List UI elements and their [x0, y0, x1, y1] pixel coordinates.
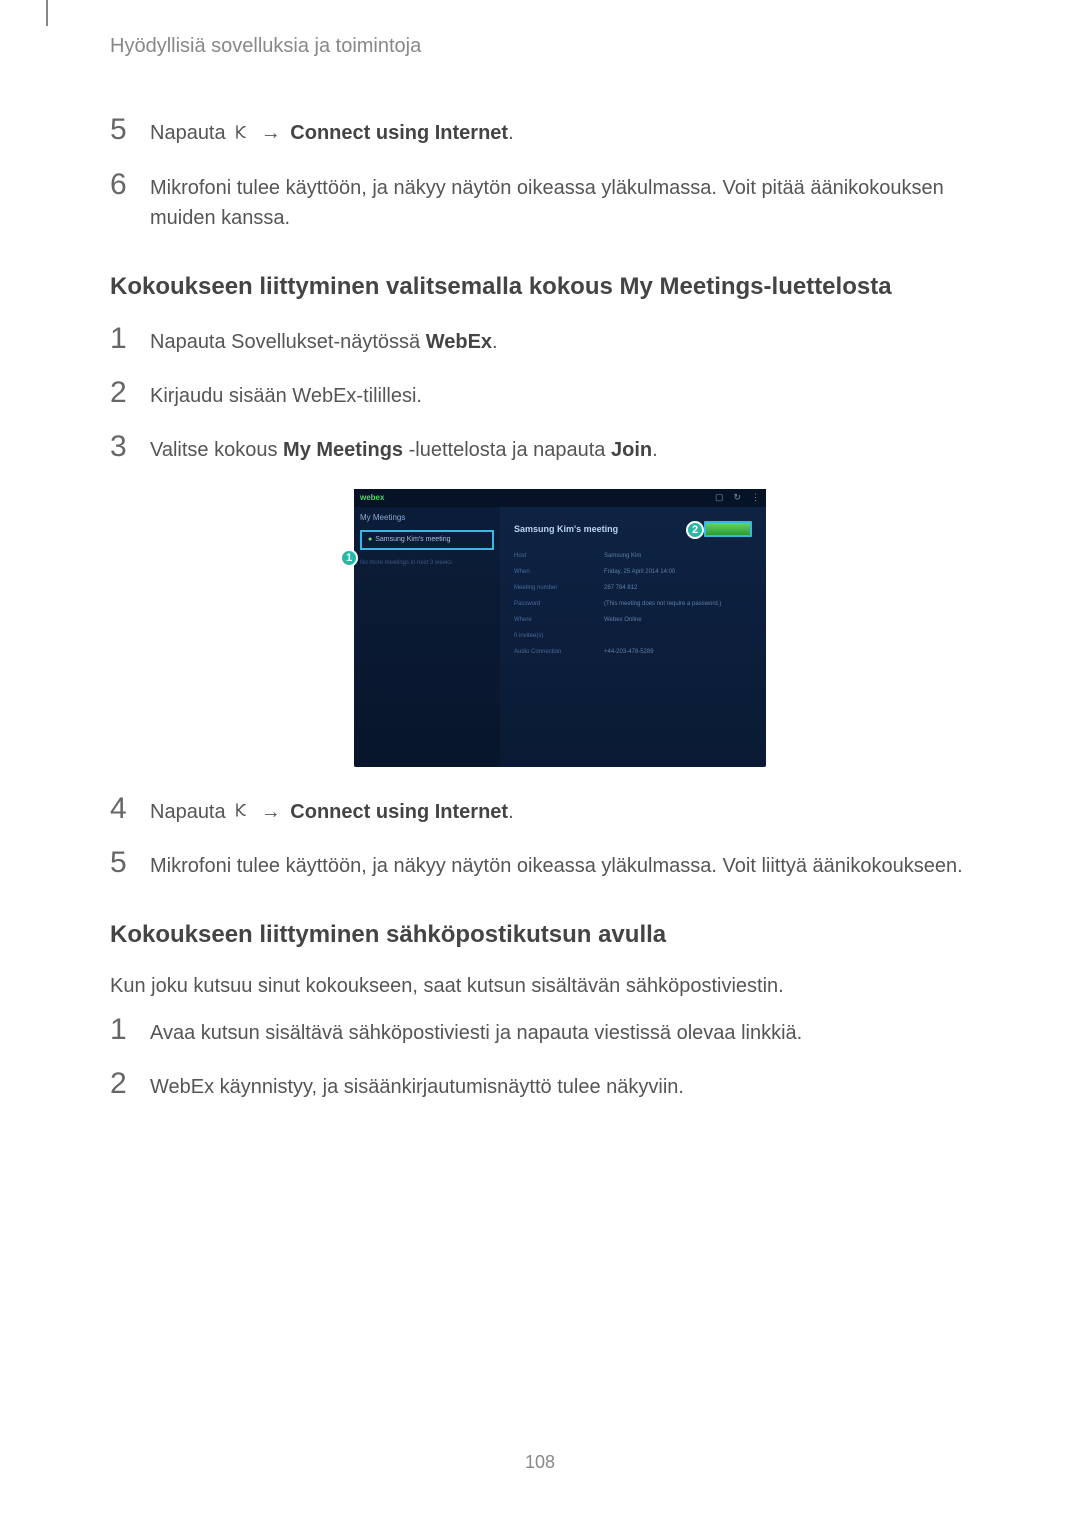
text-part: Napauta: [150, 801, 231, 823]
ss-field-host: Host Samsung Kim: [514, 553, 752, 559]
ss-field-audio: Audio Connection +44-203-478-5289: [514, 649, 752, 655]
text-part: näkyy näytön oikeassa yläkulmassa. Voit …: [393, 855, 962, 877]
bold-text: Join: [611, 439, 652, 461]
step-number: 2: [110, 1069, 132, 1099]
step-text: Avaa kutsun sisältävä sähköpostiviesti j…: [150, 1018, 1010, 1048]
ss-label: 0 invitee(s): [514, 633, 584, 639]
ss-label: Host: [514, 553, 584, 559]
section-heading-1: Kokoukseen liittyminen valitsemalla koko…: [110, 273, 1010, 301]
ss-field-where: Where Webex Online: [514, 617, 752, 623]
step-number: 1: [110, 1015, 132, 1045]
step-text: Napauta Sovellukset-näytössä WebEx.: [150, 327, 1010, 357]
step-number: 6: [110, 170, 132, 200]
step-number: 1: [110, 324, 132, 354]
text-part: Napauta: [150, 122, 231, 144]
page-number: 108: [525, 1452, 555, 1473]
bold-text: My Meetings: [283, 439, 403, 461]
ss-main: Samsung Kim's meeting Host Samsung Kim Wh…: [500, 507, 766, 767]
step-c-5: 5 Mikrofoni tulee käyttöön, ja näkyy näy…: [110, 851, 1010, 881]
ss-titlebar: webex ▢ ↻ ⋮: [354, 489, 766, 507]
calendar-icon: ▢: [715, 492, 724, 503]
ss-faint-line: No more meetings in next 3 weeks: [360, 560, 494, 566]
ss-top-icons: ▢ ↻ ⋮: [715, 492, 760, 503]
step-text: Valitse kokous My Meetings -luettelosta …: [150, 435, 1010, 465]
ss-sidebar: My Meetings ●Samsung Kim's meeting No mo…: [354, 507, 500, 767]
ss-value: +44-203-478-5289: [604, 649, 654, 655]
bold-text: Connect using Internet: [290, 801, 508, 823]
step-number: 4: [110, 794, 132, 824]
ss-meeting-item-text: ●Samsung Kim's meeting: [368, 536, 486, 544]
arrow-icon: →: [255, 801, 286, 823]
ss-label: Meeting number: [514, 585, 584, 591]
ss-item-title: Samsung Kim's meeting: [375, 536, 450, 543]
step-a-5: 5 Napauta → Connect using Internet.: [110, 118, 1010, 149]
step-text: Mikrofoni tulee käyttöön, ja näkyy näytö…: [150, 173, 1010, 233]
bold-text: WebEx: [426, 331, 492, 353]
text-part: Napauta Sovellukset-näytössä: [150, 331, 426, 353]
step-number: 2: [110, 378, 132, 408]
connect-icon: [233, 797, 249, 827]
text-part: Valitse kokous: [150, 439, 283, 461]
side-rule: [46, 0, 48, 26]
screenshot-figure: webex ▢ ↻ ⋮ My Meetings ●Samsung Kim's m…: [110, 489, 1010, 767]
page-content: Hyödyllisiä sovelluksia ja toimintoja 5 …: [0, 0, 1080, 1166]
text-part: Mikrofoni tulee käyttöön, ja: [150, 855, 393, 877]
step-a-6: 6 Mikrofoni tulee käyttöön, ja näkyy näy…: [110, 173, 1010, 233]
ss-meeting-item: ●Samsung Kim's meeting: [360, 530, 494, 550]
step-text: Mikrofoni tulee käyttöön, ja näkyy näytö…: [150, 851, 1010, 881]
step-number: 3: [110, 432, 132, 462]
text-part: .: [508, 801, 514, 823]
refresh-icon: ↻: [733, 492, 741, 503]
ss-join-button: [704, 521, 752, 537]
section-heading-2: Kokoukseen liittyminen sähköpostikutsun …: [110, 921, 1010, 949]
arrow-icon: →: [255, 122, 286, 144]
ss-value: 287 784 812: [604, 585, 637, 591]
ss-value: Webex Online: [604, 617, 642, 623]
ss-field-when: When Friday, 25 April 2014 14:00: [514, 569, 752, 575]
menu-icon: ⋮: [751, 492, 760, 503]
step-text: Kirjaudu sisään WebEx-tilillesi.: [150, 381, 1010, 411]
ss-value: (This meeting does not require a passwor…: [604, 601, 721, 607]
webex-screenshot: webex ▢ ↻ ⋮ My Meetings ●Samsung Kim's m…: [354, 489, 766, 767]
text-part: .: [492, 331, 498, 353]
text-part: .: [652, 439, 658, 461]
ss-main-title: Samsung Kim's meeting: [514, 524, 618, 534]
breadcrumb: Hyödyllisiä sovelluksia ja toimintoja: [110, 35, 1010, 58]
callout-1: 1: [340, 549, 358, 567]
ss-field-num: Meeting number 287 784 812: [514, 585, 752, 591]
step-number: 5: [110, 848, 132, 878]
bold-text: Connect using Internet: [290, 122, 508, 144]
ss-label: When: [514, 569, 584, 575]
webex-logo: webex: [360, 493, 384, 502]
step-c-4: 4 Napauta → Connect using Internet.: [110, 797, 1010, 828]
ss-field-pass: Password (This meeting does not require a…: [514, 601, 752, 607]
text-part: Mikrofoni tulee käyttöön, ja: [150, 177, 393, 199]
step-text: Napauta → Connect using Internet.: [150, 797, 1010, 828]
text-part: .: [508, 122, 514, 144]
step-b-3: 3 Valitse kokous My Meetings -luettelost…: [110, 435, 1010, 465]
connect-icon: [233, 119, 249, 149]
status-dot-icon: ●: [368, 536, 372, 543]
ss-value: Friday, 25 April 2014 14:00: [604, 569, 675, 575]
callout-2: 2: [686, 521, 704, 539]
step-text: Napauta → Connect using Internet.: [150, 118, 1010, 149]
ss-label: Audio Connection: [514, 649, 584, 655]
intro-text: Kun joku kutsuu sinut kokoukseen, saat k…: [110, 975, 1010, 998]
step-b-2: 2 Kirjaudu sisään WebEx-tilillesi.: [110, 381, 1010, 411]
step-text: WebEx käynnistyy, ja sisäänkirjautumisnä…: [150, 1072, 1010, 1102]
step-d-2: 2 WebEx käynnistyy, ja sisäänkirjautumis…: [110, 1072, 1010, 1102]
step-number: 5: [110, 115, 132, 145]
ss-my-meetings-label: My Meetings: [360, 513, 494, 522]
text-part: -luettelosta ja napauta: [403, 439, 611, 461]
ss-field-invite: 0 invitee(s): [514, 633, 752, 639]
ss-label: Where: [514, 617, 584, 623]
ss-value: Samsung Kim: [604, 553, 641, 559]
ss-label: Password: [514, 601, 584, 607]
step-d-1: 1 Avaa kutsun sisältävä sähköpostiviesti…: [110, 1018, 1010, 1048]
step-b-1: 1 Napauta Sovellukset-näytössä WebEx.: [110, 327, 1010, 357]
ss-title-row: Samsung Kim's meeting: [514, 521, 752, 537]
